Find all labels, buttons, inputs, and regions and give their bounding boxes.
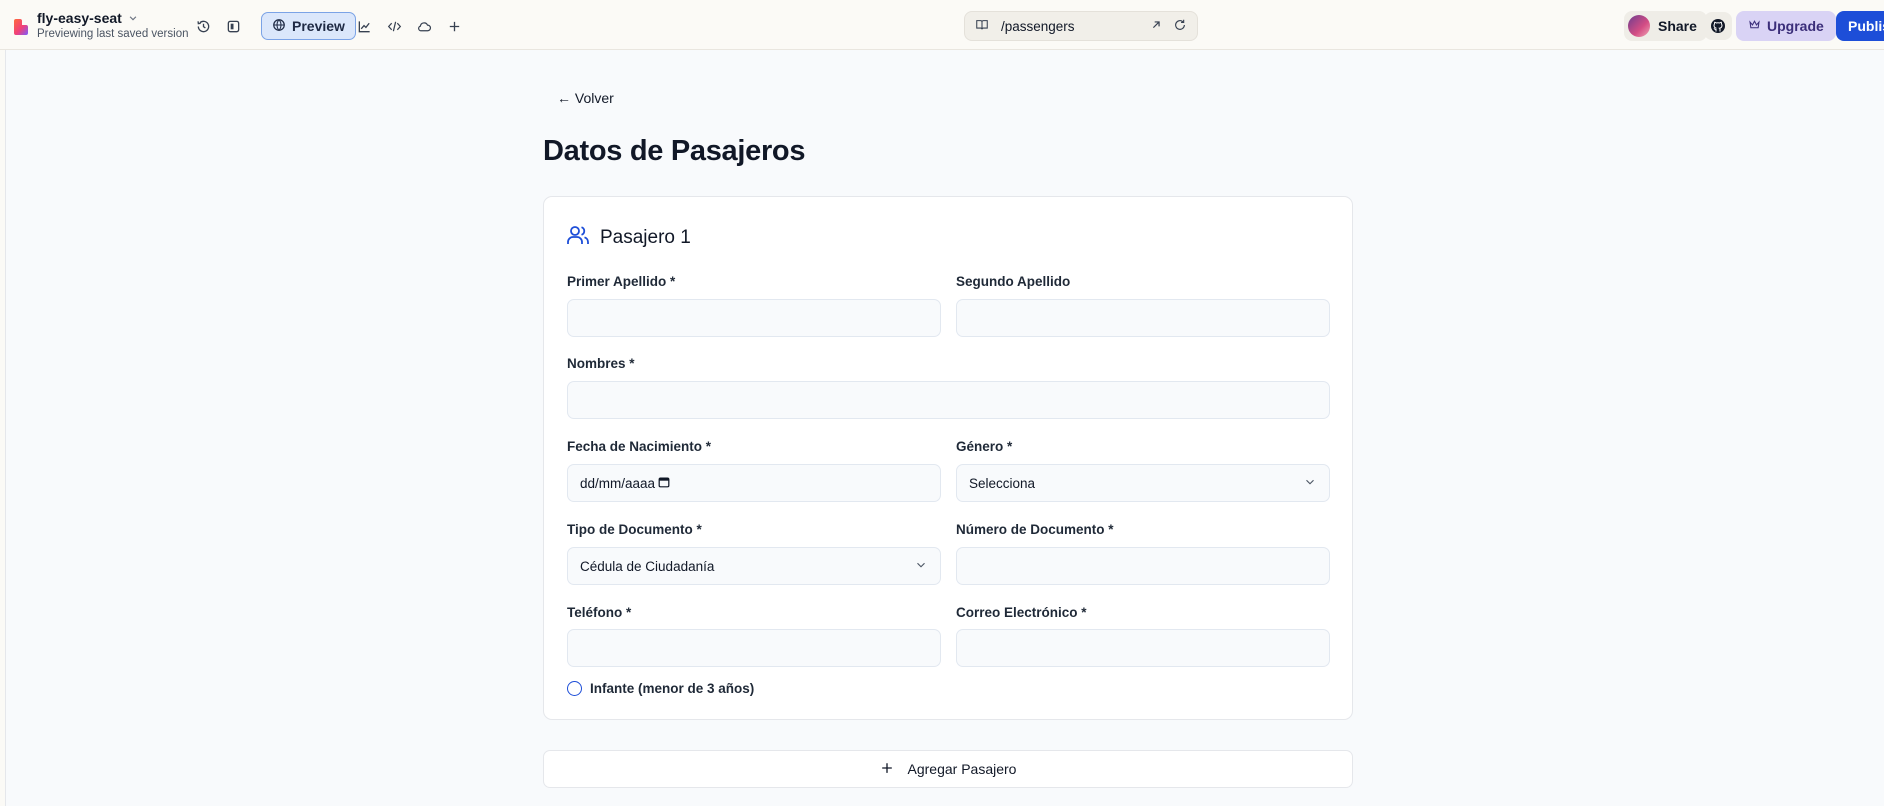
sidebar-toggle-icon[interactable]: [219, 12, 247, 40]
external-link-icon[interactable]: [1149, 18, 1163, 35]
calendar-icon[interactable]: [657, 475, 671, 492]
document-type-select[interactable]: Cédula de Ciudadanía: [567, 547, 941, 585]
document-type-label: Tipo de Documento *: [567, 522, 702, 537]
history-icon[interactable]: [189, 12, 217, 40]
chevron-down-icon: [914, 558, 928, 575]
cloud-icon[interactable]: [410, 12, 438, 40]
passenger-card-header: Pasajero 1: [566, 223, 691, 252]
plus-icon: [880, 761, 894, 778]
url-bar[interactable]: /passengers: [964, 11, 1198, 41]
back-link[interactable]: ← Volver: [557, 90, 614, 106]
names-input[interactable]: [567, 381, 1330, 419]
second-surname-label: Segundo Apellido: [956, 274, 1071, 289]
chevron-down-icon: [128, 10, 138, 26]
first-surname-label: Primer Apellido *: [567, 274, 676, 289]
second-surname-input[interactable]: [956, 299, 1330, 337]
url-path[interactable]: /passengers: [1001, 19, 1149, 34]
share-label: Share: [1658, 18, 1697, 34]
project-name: fly-easy-seat: [37, 10, 122, 26]
avatar: [1628, 15, 1650, 37]
document-number-input[interactable]: [956, 547, 1330, 585]
gender-label: Género *: [956, 439, 1013, 454]
infant-radio[interactable]: [567, 681, 582, 696]
share-button[interactable]: Share: [1624, 11, 1707, 41]
plus-icon[interactable]: [440, 12, 468, 40]
book-icon[interactable]: [975, 18, 989, 35]
names-label: Nombres *: [567, 356, 635, 371]
add-passenger-button[interactable]: Agregar Pasajero: [543, 750, 1353, 788]
infant-label: Infante (menor de 3 años): [590, 681, 755, 696]
top-bar: fly-easy-seat Previewing last saved vers…: [0, 0, 1884, 50]
phone-input[interactable]: [567, 629, 941, 667]
project-status: Previewing last saved version: [37, 28, 189, 40]
email-field[interactable]: [956, 629, 1330, 667]
birth-date-placeholder: dd/mm/aaaa: [580, 475, 656, 491]
page-title: Datos de Pasajeros: [543, 135, 806, 167]
logo-icon[interactable]: [11, 17, 31, 37]
preview-label: Preview: [292, 18, 345, 34]
passenger-card: Pasajero 1 Primer Apellido * Segundo Ape…: [543, 196, 1353, 720]
chevron-down-icon: [1303, 475, 1317, 492]
code-icon[interactable]: [380, 12, 408, 40]
email-label: Correo Electrónico *: [956, 605, 1087, 620]
crown-icon: [1748, 18, 1761, 34]
globe-icon: [272, 18, 286, 35]
upgrade-button[interactable]: Upgrade: [1736, 11, 1836, 41]
add-passenger-label: Agregar Pasajero: [907, 761, 1017, 777]
birth-date-label: Fecha de Nacimiento *: [567, 439, 712, 454]
publish-button[interactable]: Publish: [1836, 11, 1884, 41]
first-surname-input[interactable]: [567, 299, 941, 337]
project-info[interactable]: fly-easy-seat Previewing last saved vers…: [37, 10, 189, 40]
refresh-icon[interactable]: [1173, 18, 1187, 35]
upgrade-label: Upgrade: [1767, 18, 1824, 34]
passenger-heading: Pasajero 1: [600, 226, 691, 248]
preview-button[interactable]: Preview: [261, 12, 356, 40]
birth-date-input[interactable]: dd/mm/aaaa: [567, 464, 941, 502]
users-icon: [566, 223, 590, 252]
phone-label: Teléfono *: [567, 605, 632, 620]
infant-option[interactable]: Infante (menor de 3 años): [567, 681, 754, 696]
publish-label: Publish: [1848, 18, 1884, 34]
gender-select[interactable]: Selecciona: [956, 464, 1330, 502]
chart-icon[interactable]: [350, 12, 378, 40]
document-number-label: Número de Documento *: [956, 522, 1114, 537]
github-icon[interactable]: [1704, 12, 1732, 40]
